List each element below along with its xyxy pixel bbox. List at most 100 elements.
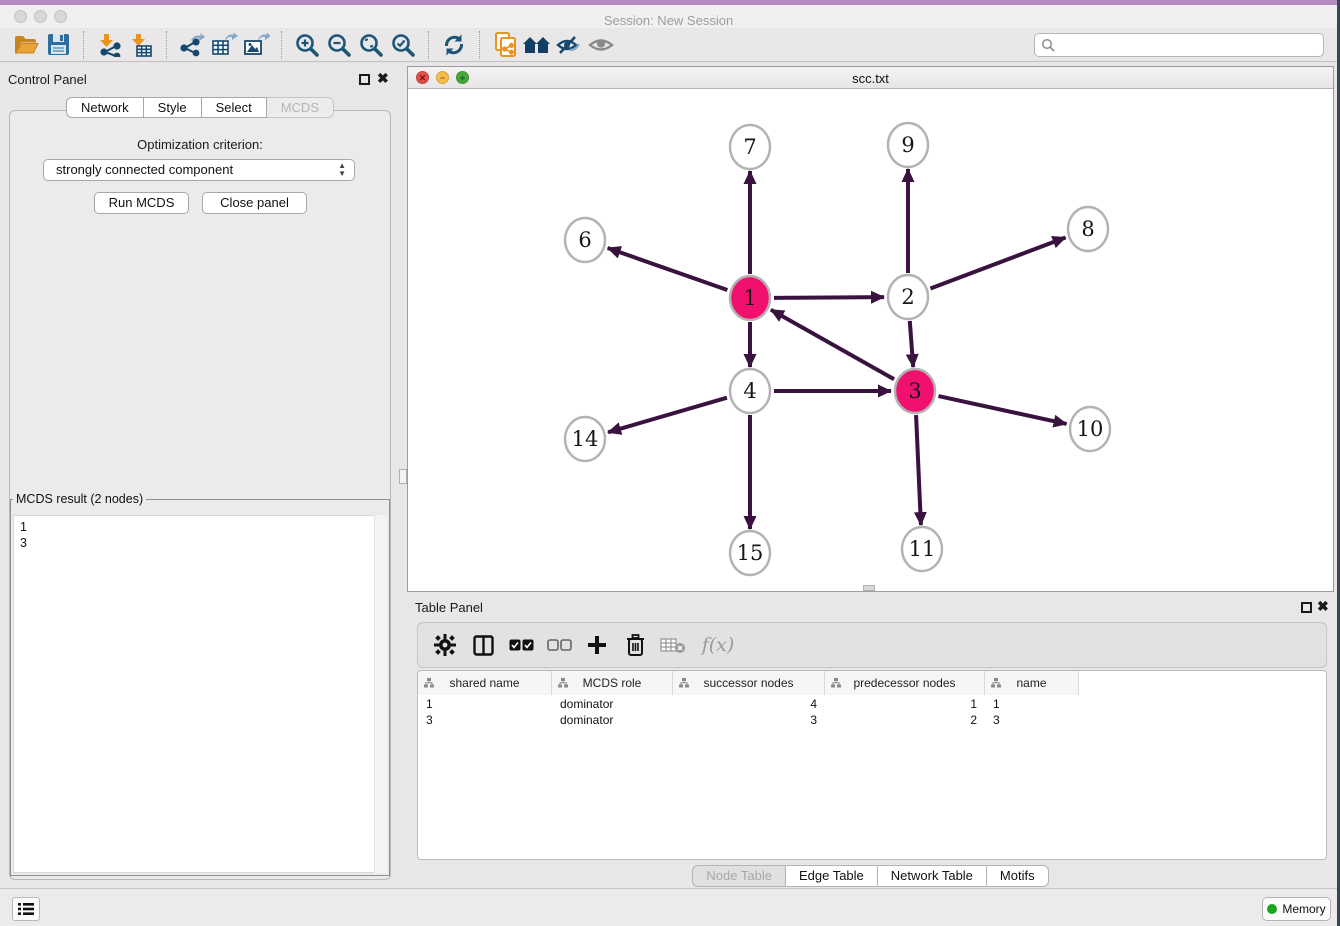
column-header-successor-nodes[interactable]: successor nodes [673,671,825,695]
graph-node-label: 15 [737,541,764,565]
zoom-in-icon[interactable] [291,30,323,60]
network-view-window: ✕ − + scc.txt 1234678910111415 [407,66,1334,592]
graph-edge-1-2[interactable] [774,297,884,298]
control-panel-close-icon[interactable]: ✖ [377,70,389,87]
search-input[interactable] [1034,33,1324,57]
zoom-fit-icon[interactable] [355,30,387,60]
column-header-label: MCDS role [583,676,642,690]
table-cell[interactable]: 3 [985,712,1079,728]
toolbar-separator [83,31,84,59]
graph-edge-3-10[interactable] [938,396,1066,424]
table-cell[interactable]: 1 [825,696,985,712]
node-table[interactable]: shared name MCDS role successor nodesprede… [417,670,1327,860]
create-column-icon[interactable] [584,632,610,658]
table-cell[interactable]: 1 [985,696,1079,712]
close-panel-button[interactable]: Close panel [202,192,307,214]
zoom-selected-icon[interactable] [387,30,419,60]
control-panel-tabs: NetworkStyleSelectMCDS [0,97,400,118]
table-cell[interactable]: 4 [673,696,825,712]
table-cell[interactable]: dominator [552,712,673,728]
table-panel-tabs: Node TableEdge TableNetwork TableMotifs [407,865,1334,887]
birdseye-view-icon[interactable] [585,30,617,60]
column-header-MCDS-role[interactable]: MCDS role [552,671,673,695]
dropdown-value: strongly connected component [56,162,233,177]
graph-node-label: 8 [1081,217,1094,241]
control-panel-float-icon[interactable] [359,74,370,85]
column-header-name[interactable]: name [985,671,1079,695]
application-window: Session: New Session [0,0,1337,926]
network-view-title: scc.txt [408,71,1333,86]
delete-table-icon [660,632,686,658]
tab-node-table[interactable]: Node Table [692,865,786,887]
tab-network[interactable]: Network [66,97,144,118]
import-network-icon[interactable] [93,30,125,60]
column-header-shared-name[interactable]: shared name [418,671,552,695]
tab-network-table[interactable]: Network Table [878,865,987,887]
table-row[interactable]: 3dominator323 [418,712,1326,728]
export-image-icon[interactable] [240,30,272,60]
table-cell[interactable]: dominator [552,696,673,712]
graph-node-label: 10 [1077,417,1104,441]
graph-node-label: 14 [572,427,599,451]
table-panel-title: Table Panel [415,600,483,615]
table-cell[interactable]: 3 [673,712,825,728]
tab-edge-table[interactable]: Edge Table [786,865,878,887]
mcds-result-group: MCDS result (2 nodes) 13 [10,492,390,876]
houses-icon[interactable] [521,30,553,60]
show-column-panel-icon[interactable] [470,632,496,658]
tab-motifs[interactable]: Motifs [987,865,1049,887]
window-title: Session: New Session [0,13,1337,28]
export-network-icon[interactable] [176,30,208,60]
table-panel-float-icon[interactable] [1301,602,1312,613]
table-cell[interactable]: 2 [825,712,985,728]
titlebar: Session: New Session [0,5,1337,28]
column-header-label: name [1016,676,1046,690]
panel-split-handle[interactable] [399,469,407,484]
tab-style[interactable]: Style [144,97,202,118]
toolbar-separator [166,31,167,59]
graph-edge-4-14[interactable] [608,398,727,433]
table-cell[interactable]: 3 [418,712,552,728]
hide-graphics-details-icon[interactable] [553,30,585,60]
mcds-result-scrollbar[interactable] [374,515,387,873]
refresh-icon[interactable] [438,30,470,60]
function-builder-icon: f(x) [698,632,738,658]
table-settings-gear-icon[interactable] [432,632,458,658]
graph-edge-3-1[interactable] [771,310,894,379]
table-row[interactable]: 1dominator411 [418,696,1326,712]
task-history-button[interactable] [12,897,40,921]
graph-edge-2-3[interactable] [910,321,913,367]
open-file-icon[interactable] [10,30,42,60]
network-view-titlebar[interactable]: ✕ − + scc.txt [408,67,1333,89]
graph-edge-2-8[interactable] [930,237,1065,288]
save-icon[interactable] [42,30,74,60]
network-table-split-handle[interactable] [863,585,875,591]
column-header-label: shared name [449,676,519,690]
mcds-result-line: 3 [20,535,386,551]
run-mcds-button[interactable]: Run MCDS [94,192,189,214]
table-cell[interactable]: 1 [418,696,552,712]
select-all-columns-icon[interactable] [508,632,534,658]
table-panel-close-icon[interactable]: ✖ [1317,598,1329,615]
delete-column-trash-icon[interactable] [622,632,648,658]
tab-mcds[interactable]: MCDS [267,97,334,118]
graph-edge-1-6[interactable] [608,248,728,290]
network-graph-canvas[interactable]: 1234678910111415 [408,89,1333,591]
optimization-criterion-label: Optimization criterion: [0,137,400,152]
toolbar-separator [479,31,480,59]
optimization-criterion-dropdown[interactable]: strongly connected component ▲▼ [43,159,355,181]
duplicate-network-icon[interactable] [489,30,521,60]
table-body: 1dominator4113dominator323 [418,696,1326,728]
mcds-result-title: MCDS result (2 nodes) [13,492,146,506]
toolbar-separator [428,31,429,59]
column-header-predecessor-nodes[interactable]: predecessor nodes [825,671,985,695]
import-table-icon[interactable] [125,30,157,60]
memory-label: Memory [1282,902,1325,916]
memory-button[interactable]: Memory [1262,897,1331,921]
unselect-all-columns-icon[interactable] [546,632,572,658]
zoom-out-icon[interactable] [323,30,355,60]
export-table-icon[interactable] [208,30,240,60]
tab-select[interactable]: Select [202,97,267,118]
mcds-result-text[interactable]: 13 [13,515,387,873]
graph-edge-3-11[interactable] [916,415,921,525]
